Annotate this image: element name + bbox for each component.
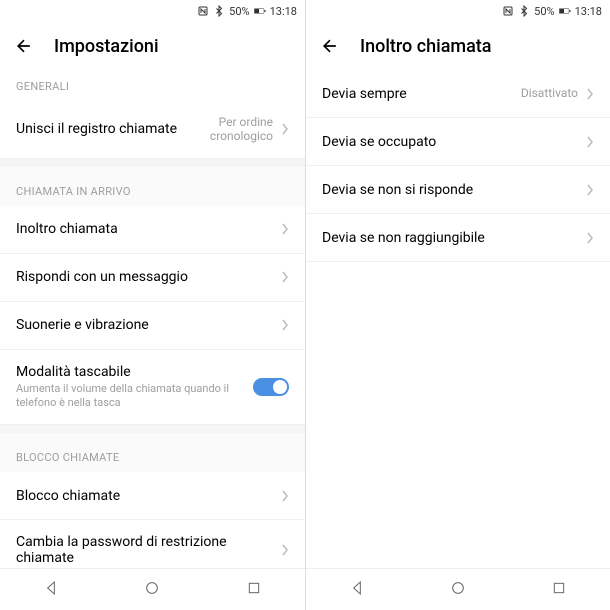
bluetooth-icon [518, 5, 530, 17]
battery-percent: 50% [229, 5, 249, 18]
ringtones-vibration-row[interactable]: Suonerie e vibrazione [0, 302, 305, 350]
navigation-bar [0, 568, 305, 610]
nav-home-button[interactable] [450, 580, 466, 600]
forward-noanswer-row[interactable]: Devia se non si risponde [306, 166, 610, 214]
row-label: Devia sempre [322, 86, 521, 102]
nav-recent-button[interactable] [246, 580, 262, 600]
nfc-icon [197, 5, 209, 17]
forward-busy-row[interactable]: Devia se occupato [306, 118, 610, 166]
row-label: Devia se occupato [322, 134, 582, 150]
chevron-right-icon [281, 223, 289, 235]
section-incoming: CHIAMATA IN ARRIVO [0, 167, 305, 206]
battery-percent: 50% [534, 5, 554, 18]
navigation-bar [306, 568, 610, 610]
battery-icon [254, 5, 266, 17]
chevron-right-icon [281, 544, 289, 556]
row-value: Per ordinecronologico [210, 115, 273, 144]
chevron-right-icon [281, 271, 289, 283]
bluetooth-icon [213, 5, 225, 17]
nav-recent-button[interactable] [551, 580, 567, 600]
chevron-right-icon [586, 136, 594, 148]
chevron-right-icon [281, 123, 289, 135]
chevron-right-icon [281, 490, 289, 502]
section-block: BLOCCO CHIAMATE [0, 433, 305, 472]
back-icon[interactable] [320, 36, 340, 56]
row-label: Rispondi con un messaggio [16, 269, 277, 285]
back-icon[interactable] [14, 36, 34, 56]
call-forwarding-row[interactable]: Inoltro chiamata [0, 206, 305, 254]
row-value: Disattivato [521, 86, 578, 100]
call-blocking-row[interactable]: Blocco chiamate [0, 472, 305, 520]
section-generali: GENERALI [0, 70, 305, 101]
header: Inoltro chiamata [306, 22, 610, 70]
row-label: Suonerie e vibrazione [16, 317, 277, 333]
row-label: Blocco chiamate [16, 488, 277, 504]
row-sublabel: Aumenta il volume della chiamata quando … [16, 382, 253, 411]
nav-back-button[interactable] [349, 580, 365, 600]
chevron-right-icon [586, 88, 594, 100]
nav-home-button[interactable] [144, 580, 160, 600]
clock: 13:18 [575, 5, 602, 18]
change-restriction-password-row[interactable]: Cambia la password di restrizione chiama… [0, 520, 305, 568]
respond-with-message-row[interactable]: Rispondi con un messaggio [0, 254, 305, 302]
status-bar: 50% 13:18 [0, 0, 305, 22]
status-bar: 50% 13:18 [306, 0, 610, 22]
pocket-mode-row[interactable]: Modalità tascabile Aumenta il volume del… [0, 350, 305, 426]
pocket-mode-toggle[interactable] [253, 378, 289, 396]
row-label: Unisci il registro chiamate [16, 121, 210, 137]
row-label: Devia se non raggiungibile [322, 230, 582, 246]
row-label: Cambia la password di restrizione chiama… [16, 534, 277, 566]
page-title: Impostazioni [54, 36, 159, 57]
row-label: Inoltro chiamata [16, 221, 277, 237]
chevron-right-icon [586, 184, 594, 196]
battery-icon [559, 5, 571, 17]
nav-back-button[interactable] [43, 580, 59, 600]
forward-always-row[interactable]: Devia sempre Disattivato [306, 70, 610, 118]
forward-unreachable-row[interactable]: Devia se non raggiungibile [306, 214, 610, 262]
nfc-icon [502, 5, 514, 17]
row-label: Devia se non si risponde [322, 182, 582, 198]
clock: 13:18 [270, 5, 297, 18]
chevron-right-icon [281, 319, 289, 331]
header: Impostazioni [0, 22, 305, 70]
chevron-right-icon [586, 232, 594, 244]
page-title: Inoltro chiamata [360, 36, 492, 57]
row-label: Modalità tascabile [16, 364, 253, 380]
merge-call-log-row[interactable]: Unisci il registro chiamate Per ordinecr… [0, 101, 305, 159]
